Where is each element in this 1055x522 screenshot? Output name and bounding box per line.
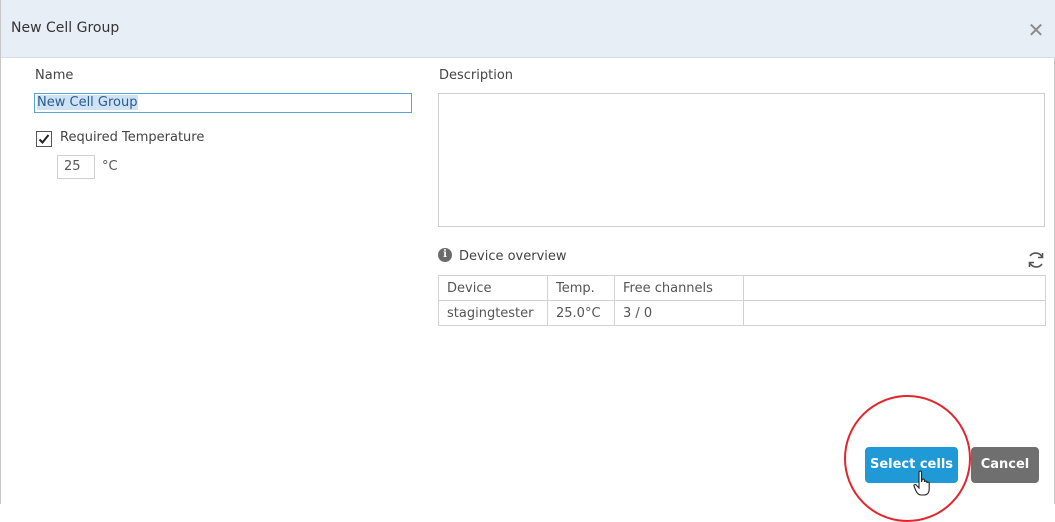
hand-cursor-icon [913,470,930,496]
device-overview-title: Device overview [459,249,567,264]
name-input-value: New Cell Group [37,95,138,110]
column-header-empty [743,275,1046,301]
new-cell-group-dialog: New Cell Group ✕ Name New Cell Group Req… [0,0,1055,522]
column-header-free-channels: Free channels [614,275,744,301]
select-cells-button[interactable]: Select cells [865,447,958,483]
temperature-unit: °C [102,159,118,174]
refresh-icon[interactable] [1026,250,1046,270]
dialog-titlebar: New Cell Group ✕ [1,0,1055,58]
required-temperature-checkbox[interactable] [36,131,52,147]
cancel-button[interactable]: Cancel [971,447,1039,483]
table-row[interactable]: stagingtester 25.0°C 3 / 0 [438,300,1046,326]
temp-cell: 25.0°C [547,300,615,326]
dialog-title: New Cell Group [11,20,120,36]
temperature-input[interactable]: 25 [57,155,95,179]
info-icon: i [438,248,452,262]
checkmark-icon [38,134,50,144]
free-channels-cell: 3 / 0 [614,300,744,326]
empty-cell [743,300,1046,326]
name-input[interactable]: New Cell Group [34,93,412,113]
table-header-row: Device Temp. Free channels [438,275,1046,301]
description-label: Description [439,68,514,83]
device-cell: stagingtester [438,300,548,326]
device-overview-table: Device Temp. Free channels stagingtester… [438,275,1046,326]
required-temperature-label: Required Temperature [60,130,205,145]
description-textarea[interactable] [438,93,1045,227]
column-header-temp: Temp. [547,275,615,301]
column-header-device: Device [438,275,548,301]
name-label: Name [35,68,74,83]
close-icon[interactable]: ✕ [1026,20,1046,40]
